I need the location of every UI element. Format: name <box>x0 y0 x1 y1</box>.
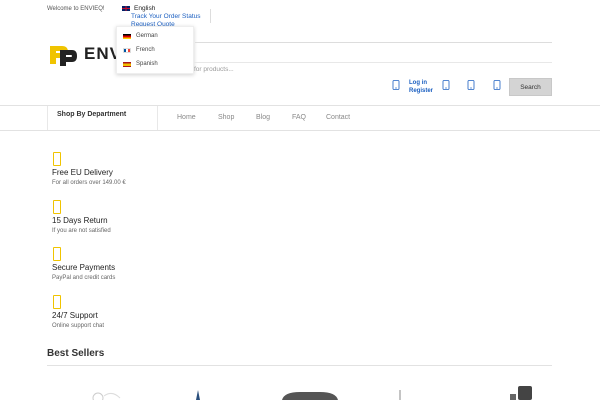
divider <box>210 9 211 23</box>
user-icon[interactable] <box>392 80 400 90</box>
language-dropdown: German French Spanish <box>116 26 194 74</box>
feature-subtitle: PayPal and credit cards <box>52 275 116 281</box>
nav-shop[interactable]: Shop <box>218 114 234 121</box>
wishlist-icon[interactable] <box>467 80 475 90</box>
feature-subtitle: Online support chat <box>52 323 105 329</box>
product-image-device[interactable] <box>510 386 532 400</box>
feature-subtitle: If you are not satisfied <box>52 228 111 234</box>
uk-flag-icon <box>122 6 130 11</box>
nav-contact[interactable]: Contact <box>326 114 350 121</box>
language-option-french[interactable]: French <box>123 47 155 53</box>
product-images-strip <box>92 386 532 400</box>
logo-icon[interactable] <box>48 42 78 66</box>
feature-subtitle: For all orders over 149.00 € <box>52 180 126 186</box>
return-icon <box>53 200 61 214</box>
language-option-label: German <box>136 33 158 39</box>
nav-home[interactable]: Home <box>177 114 196 121</box>
login-register[interactable]: Log in Register <box>409 79 433 95</box>
nav-bottom-border <box>0 130 600 131</box>
product-image-tool[interactable] <box>196 390 200 400</box>
login-link[interactable]: Log in <box>409 79 433 87</box>
search-top-border <box>195 42 552 43</box>
welcome-text: Welcome to ENVIEQ! <box>47 6 105 12</box>
feature-title: 24/7 Support <box>52 311 98 320</box>
language-option-label: French <box>136 47 155 53</box>
delivery-icon <box>53 152 61 166</box>
best-sellers-divider <box>47 365 552 366</box>
language-option-label: Spanish <box>136 61 158 67</box>
language-option-german[interactable]: German <box>123 33 158 39</box>
secure-payment-icon <box>53 247 61 261</box>
cart-icon[interactable] <box>493 80 501 90</box>
current-language: English <box>134 5 156 12</box>
language-option-spanish[interactable]: Spanish <box>123 61 158 67</box>
search-button[interactable]: Search <box>509 78 552 96</box>
feature-title: Secure Payments <box>52 263 116 272</box>
feature-title: 15 Days Return <box>52 216 108 225</box>
shop-by-department[interactable]: Shop By Department <box>57 111 126 118</box>
french-flag-icon <box>123 47 131 53</box>
product-image-lamp[interactable] <box>92 392 121 400</box>
spanish-flag-icon <box>123 61 131 67</box>
product-image-case[interactable] <box>282 392 338 400</box>
compare-icon[interactable] <box>442 80 450 90</box>
search-input[interactable] <box>194 62 552 76</box>
best-sellers-heading: Best Sellers <box>47 348 105 359</box>
nav-faq[interactable]: FAQ <box>292 114 306 121</box>
feature-title: Free EU Delivery <box>52 168 113 177</box>
department-box <box>47 106 158 130</box>
nav-blog[interactable]: Blog <box>256 114 270 121</box>
track-order-link[interactable]: Track Your Order Status <box>131 13 201 21</box>
language-switcher[interactable]: English <box>122 5 155 12</box>
support-icon <box>53 295 61 309</box>
german-flag-icon <box>123 33 131 39</box>
register-link[interactable]: Register <box>409 87 433 95</box>
